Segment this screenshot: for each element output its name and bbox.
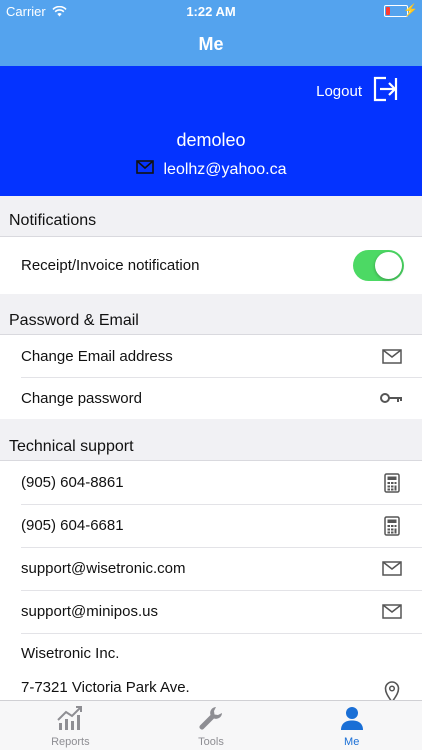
logout-label: Logout — [316, 83, 362, 100]
person-icon — [338, 704, 366, 736]
tab-me[interactable]: Me — [281, 701, 422, 750]
envelope-icon — [380, 600, 404, 624]
toggle-knob — [375, 252, 402, 279]
username: demoleo — [176, 130, 246, 150]
address-row[interactable]: Wisetronic Inc. 7-7321 Victoria Park Ave… — [0, 633, 422, 703]
change-password-label: Change password — [21, 389, 142, 407]
page-title: Me — [198, 34, 224, 54]
charging-icon: ⚡ — [403, 3, 418, 17]
support-email-row-1[interactable]: support@wisetronic.com — [0, 547, 422, 590]
user-email-row: leolhz@yahoo.ca — [0, 160, 422, 179]
phone-row-2[interactable]: (905) 604-6681 — [0, 504, 422, 547]
navigation-bar: Me — [0, 22, 422, 66]
envelope-icon — [380, 344, 404, 368]
phone-number-2: (905) 604-6681 — [21, 517, 124, 534]
wrench-icon — [197, 704, 225, 736]
receipt-notification-label: Receipt/Invoice notification — [21, 257, 200, 274]
tab-tools[interactable]: Tools — [141, 701, 282, 750]
logout-button[interactable]: Logout — [316, 76, 398, 107]
tab-me-label: Me — [344, 736, 360, 748]
status-time: 1:22 AM — [186, 4, 236, 19]
section-header-password-email: Password & Email — [0, 294, 422, 335]
phone-row-1[interactable]: (905) 604-8861 — [0, 461, 422, 504]
section-header-notifications: Notifications — [0, 196, 422, 237]
support-email-2: support@minipos.us — [21, 603, 158, 620]
calculator-icon — [380, 514, 404, 538]
phone-number-1: (905) 604-8861 — [21, 474, 124, 491]
address-block: Wisetronic Inc. 7-7321 Victoria Park Ave… — [21, 637, 380, 705]
notifications-list: Receipt/Invoice notification — [0, 237, 422, 294]
tab-reports[interactable]: Reports — [0, 701, 141, 750]
envelope-icon — [135, 160, 154, 179]
support-email-row-2[interactable]: support@minipos.us — [0, 590, 422, 633]
user-email: leolhz@yahoo.ca — [163, 160, 287, 178]
change-email-label: Change Email address — [21, 347, 173, 365]
company-name: Wisetronic Inc. — [21, 645, 120, 662]
envelope-icon — [380, 557, 404, 581]
section-header-technical-support: Technical support — [0, 420, 422, 461]
tab-bar: Reports Tools Me — [0, 700, 422, 750]
tab-reports-label: Reports — [51, 736, 90, 748]
change-email-row[interactable]: Change Email address — [0, 335, 422, 377]
calculator-icon — [380, 471, 404, 495]
tab-tools-label: Tools — [198, 736, 224, 748]
status-bar: Carrier 1:22 AM ⚡ — [0, 0, 422, 22]
profile-header: Logout demoleo leolhz@yahoo.ca — [0, 66, 422, 196]
support-email-1: support@wisetronic.com — [21, 560, 186, 577]
chart-icon — [56, 704, 84, 736]
receipt-notification-row: Receipt/Invoice notification — [0, 237, 422, 294]
receipt-notification-toggle[interactable] — [353, 250, 404, 281]
logout-icon — [372, 76, 398, 107]
support-list: (905) 604-8861 (905) 604-6681 support@wi… — [0, 461, 422, 703]
password-email-list: Change Email address Change password — [0, 335, 422, 419]
key-icon — [380, 386, 404, 410]
change-password-row[interactable]: Change password — [0, 377, 422, 419]
